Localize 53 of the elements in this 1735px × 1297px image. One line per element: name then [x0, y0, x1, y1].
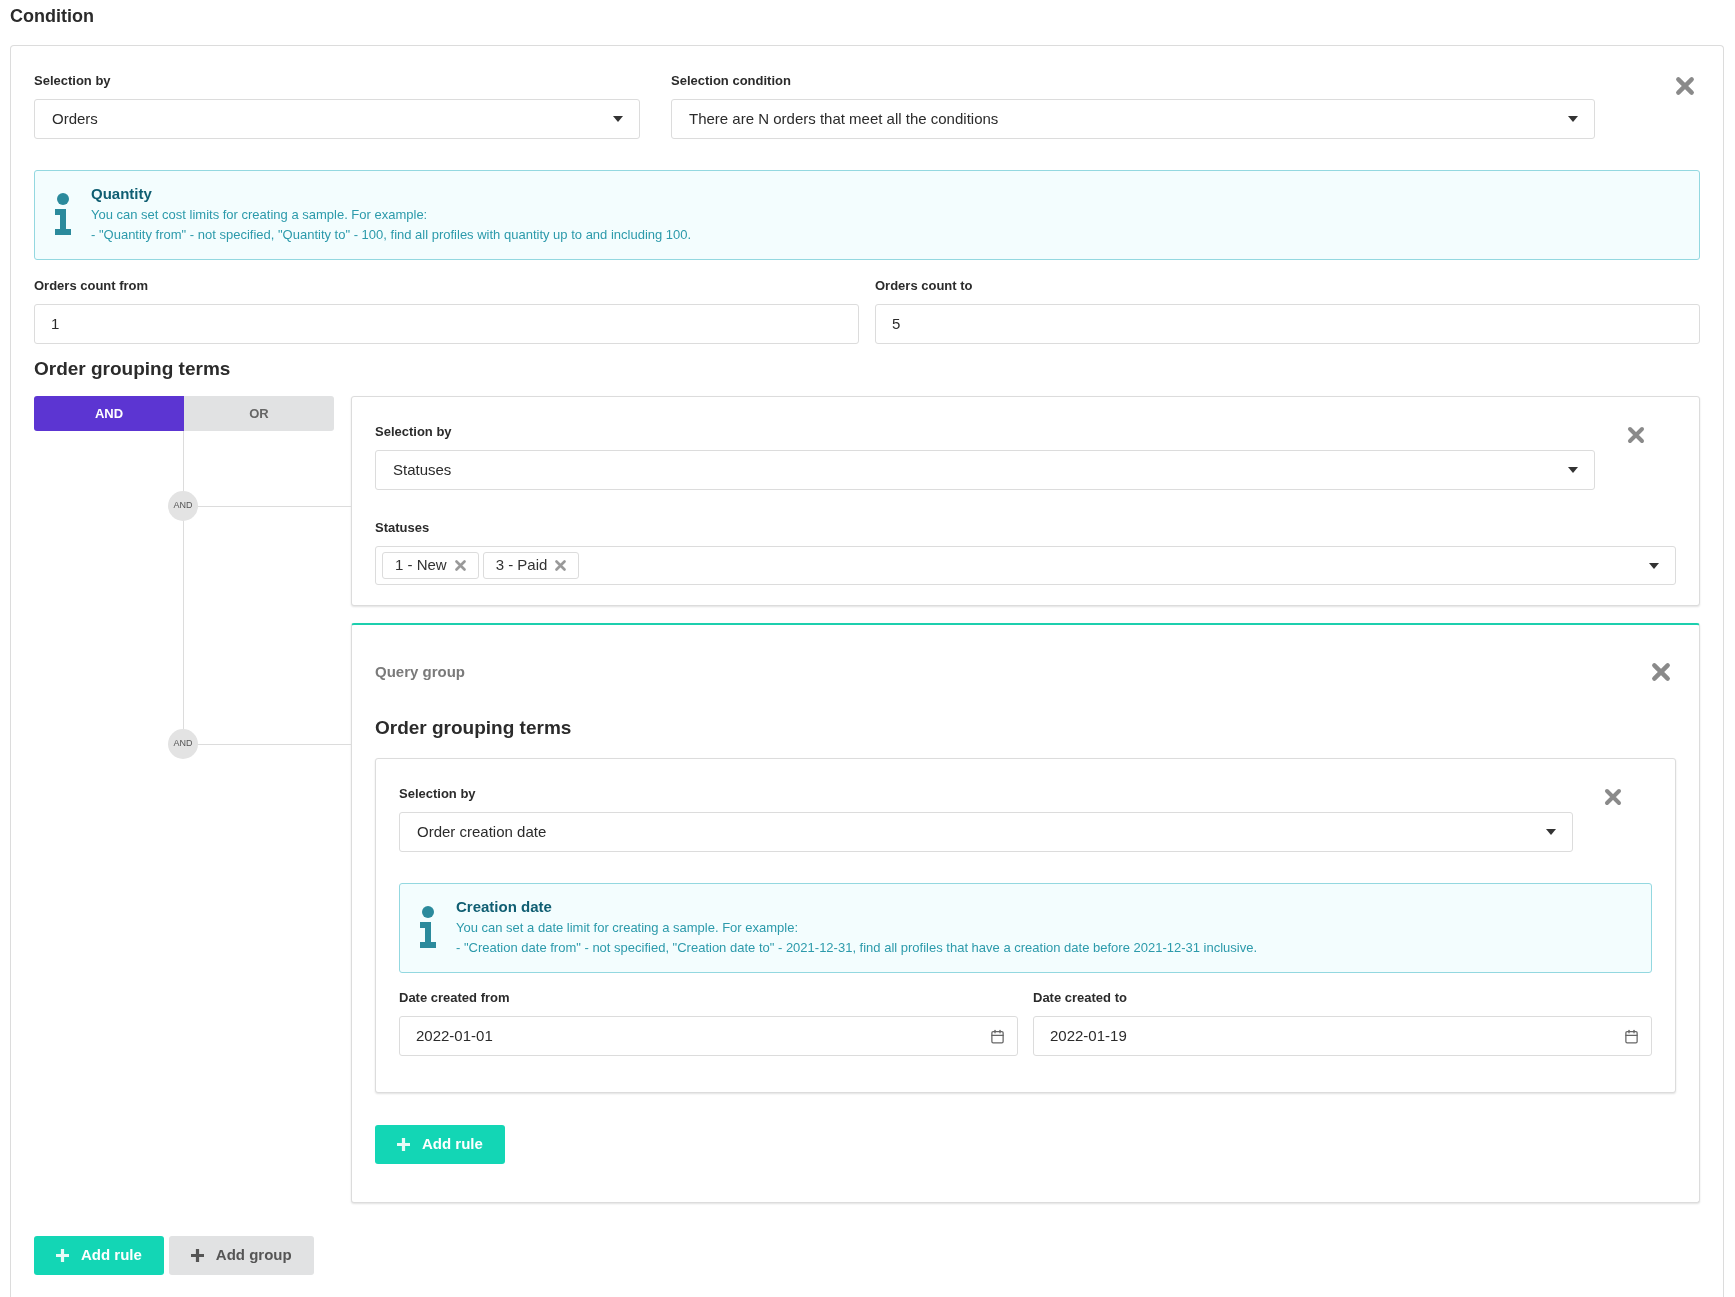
date-field[interactable]: 2022-01-01	[399, 1016, 1018, 1056]
close-icon[interactable]	[1626, 426, 1645, 444]
remove-icon[interactable]	[454, 560, 466, 571]
close-icon[interactable]	[1651, 662, 1671, 683]
info-text: You can set cost limits for creating a sample. For example:	[91, 206, 429, 224]
group-heading: Order grouping terms	[375, 715, 573, 740]
info-title: Quantity	[91, 184, 153, 204]
input-field[interactable]: 5	[875, 304, 1700, 344]
info-text: - "Creation date from" - not specified, "Creation date to" - 2021-12-31, find all profiles that have a creation date before 2021-12-31 inclusive.	[456, 939, 1258, 957]
caret-icon	[1568, 116, 1578, 122]
connector-label: AND	[168, 491, 198, 521]
info-text: - "Quantity from" - not specified, "Quantity to" - 100, find all profiles with quantity up to and including 100.	[91, 226, 692, 244]
caret-icon	[1649, 562, 1659, 569]
field-label: Statuses	[375, 519, 431, 537]
section-heading: Order grouping terms	[34, 357, 232, 381]
page-title: Condition	[9, 5, 95, 28]
caret-icon	[613, 116, 623, 122]
input-field[interactable]: 1	[34, 304, 859, 344]
connector-label: AND	[168, 729, 198, 759]
status-tag[interactable]: 3 - Paid	[482, 552, 580, 579]
status-tag[interactable]: 1 - New	[382, 552, 479, 579]
field-label: Selection by	[34, 72, 112, 90]
operator-toggle[interactable]: OR	[184, 396, 334, 431]
info-text: You can set a date limit for creating a sample. For example:	[456, 919, 800, 937]
group-title: Query group	[375, 662, 465, 682]
operator-toggle[interactable]: AND	[34, 396, 184, 431]
field-label: Selection condition	[671, 72, 792, 90]
info-icon	[419, 906, 437, 948]
caret-icon	[1568, 467, 1578, 473]
close-icon[interactable]	[1675, 76, 1695, 96]
field-label: Selection by	[375, 423, 453, 441]
field-label: Orders count to	[875, 277, 974, 295]
plus-icon	[190, 1249, 204, 1262]
calendar-icon[interactable]	[990, 1028, 1005, 1044]
multi-select[interactable]: 1 - New 3 - Paid	[375, 546, 1676, 585]
caret-icon	[1546, 829, 1556, 835]
field-label: Selection by	[399, 785, 477, 803]
field-label: Date created to	[1033, 989, 1128, 1007]
field-label: Orders count from	[34, 277, 150, 295]
close-icon[interactable]	[1603, 788, 1622, 806]
add-button[interactable]: Add group	[168, 1236, 314, 1275]
date-field[interactable]: 2022-01-19	[1033, 1016, 1652, 1056]
field-label: Date created from	[399, 989, 511, 1007]
dropdown[interactable]: Order creation date	[399, 812, 1573, 852]
info-title: Creation date	[456, 897, 553, 917]
dropdown[interactable]: Orders	[34, 99, 640, 139]
dropdown[interactable]: Statuses	[375, 450, 1595, 490]
remove-icon[interactable]	[555, 560, 567, 571]
plus-icon	[397, 1138, 410, 1151]
calendar-icon[interactable]	[1624, 1028, 1639, 1044]
info-icon	[54, 193, 72, 235]
plus-icon	[56, 1249, 69, 1262]
dropdown[interactable]: There are N orders that meet all the conditions	[671, 99, 1595, 139]
